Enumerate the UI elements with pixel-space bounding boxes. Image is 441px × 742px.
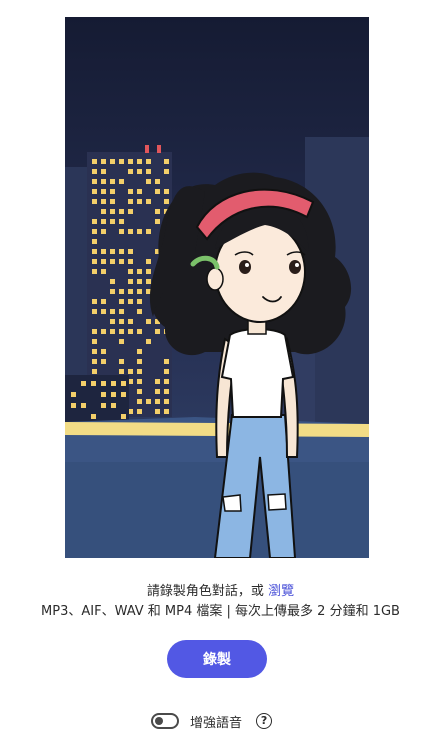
record-button[interactable]: 錄製: [167, 640, 267, 678]
enhance-speech-row: 增強語音 ?: [151, 711, 273, 731]
character-preview: [65, 17, 369, 558]
character-illustration: [65, 17, 369, 558]
browse-link[interactable]: 瀏覽: [268, 584, 294, 599]
supported-formats-text: MP3、AIF、WAV 和 MP4 檔案 | 每次上傳最多 2 分鐘和 1GB: [41, 604, 400, 619]
record-prompt-text: 請錄製角色對話，或: [146, 584, 264, 599]
help-icon[interactable]: ?: [256, 713, 273, 729]
enhance-speech-toggle[interactable]: [151, 713, 179, 729]
toggle-knob: [155, 717, 163, 725]
enhance-speech-label: 增強語音: [190, 715, 243, 731]
upload-instructions: 請錄製角色對話，或 瀏覽: [0, 582, 441, 602]
